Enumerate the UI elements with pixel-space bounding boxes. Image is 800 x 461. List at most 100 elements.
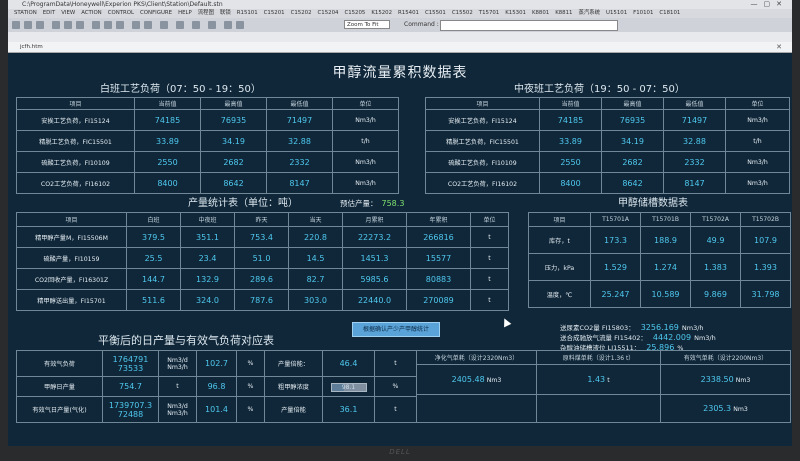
menu-item[interactable]: C15502 [452, 10, 473, 16]
menu-item[interactable]: CONTROL [108, 10, 134, 16]
zoom-in-icon[interactable] [224, 21, 232, 29]
table-row: 有效气负荷 1764791 73533 Nm3/d Nm3/h 102.7 % 产量… [16, 350, 417, 377]
menu-item[interactable]: C15204 [318, 10, 339, 16]
row-label: 安挨工艺负荷，FI15124 [425, 109, 540, 131]
table-header-row: 项目 白班 中夜班 昨天 当天 月累积 年累积 单位 [16, 212, 509, 227]
report-icon[interactable] [104, 21, 112, 29]
column-header: 月累积 [342, 212, 407, 227]
day-shift-title: 白班工艺负荷（07：50 - 19：50） [100, 84, 261, 95]
zoom-select[interactable]: Zoom To Fit [344, 20, 390, 29]
command-input[interactable] [440, 20, 618, 31]
menu-item[interactable]: VIEW [61, 10, 75, 16]
unit-cell: Nm3/h [725, 109, 790, 131]
window-controls[interactable]: —▢✕ [751, 0, 788, 9]
value-cell: 1.383 [690, 253, 741, 281]
mouse-cursor-icon [500, 316, 512, 328]
menu-item[interactable]: K15202 [371, 10, 392, 16]
close-icon[interactable]: ✕ [776, 42, 782, 53]
home-icon[interactable] [36, 21, 44, 29]
row-label: 精甲醇产量M，FI15506M [16, 226, 127, 248]
menu-item[interactable]: 联锁 [220, 10, 231, 16]
unit-cell: Nm3/h [332, 151, 399, 173]
balance-title: 平衡后的日产量与有效气负荷对应表 [98, 334, 274, 347]
table-row: 净化气单耗（设计2320Nm3） 原料煤单耗（设计1.36 t） 有效气单耗（设… [416, 350, 791, 365]
menu-item[interactable]: ACTION [81, 10, 102, 16]
help-icon[interactable] [208, 21, 216, 29]
column-header: 单位 [332, 97, 399, 110]
value-cell: 2332 [663, 151, 726, 173]
menu-item[interactable]: 流程图 [198, 10, 214, 16]
menu-item[interactable]: 蒸汽系统 [578, 10, 600, 16]
menu-item[interactable]: C18101 [659, 10, 680, 16]
menu-item[interactable]: C15201 [264, 10, 285, 16]
print-icon[interactable] [52, 21, 60, 29]
column-header: 年累积 [406, 212, 471, 227]
column-header: 当前值 [134, 97, 201, 110]
menu-item[interactable]: K8811 [555, 10, 572, 16]
night-shift-title: 中夜班工艺负荷（19：50 - 07：50） [514, 84, 685, 95]
menu-item[interactable]: EDIT [43, 10, 55, 16]
table-header-row: 项目 当前值 最高值 最低值 单位 [425, 97, 790, 110]
forward-icon[interactable] [24, 21, 32, 29]
menu-item[interactable]: R15401 [398, 10, 419, 16]
production-title: 产量统计表（单位：吨） [188, 198, 298, 209]
predicted-output-value: 758.3 [381, 199, 405, 208]
unit-cell: t/h [725, 130, 790, 152]
menu-item[interactable]: C15202 [291, 10, 312, 16]
settings-icon[interactable] [192, 21, 200, 29]
value-cell: 25.5 [126, 247, 181, 269]
value-cell: 2550 [134, 151, 201, 173]
menu-item[interactable]: R15101 [237, 10, 258, 16]
value-cell: 34.19 [601, 130, 664, 152]
zoom-out-icon[interactable] [236, 21, 244, 29]
column-header: T15701B [640, 212, 691, 227]
refresh-icon[interactable] [176, 21, 184, 29]
trend-icon[interactable] [76, 21, 84, 29]
sub-toolbar [8, 32, 792, 42]
system-icon[interactable] [144, 21, 152, 29]
column-header: T15702B [740, 212, 791, 227]
production-table: 项目 白班 中夜班 昨天 当天 月累积 年累积 单位 精甲醇产量M，FI15506M 379.5… [16, 212, 509, 311]
menu-item[interactable]: K15301 [505, 10, 526, 16]
menu-item[interactable]: C15501 [425, 10, 446, 16]
unit-cell: t [470, 268, 509, 290]
value-cell: 1.529 [590, 253, 641, 281]
value-cell: 173.3 [590, 226, 641, 254]
unit-cell: t/h [332, 130, 399, 152]
menu-item[interactable]: STATION [14, 10, 37, 16]
table-row: 温度，℃ 25.247 10.589 9.869 31.798 [528, 280, 791, 308]
back-icon[interactable] [12, 21, 20, 29]
value-cell: 8400 [539, 172, 602, 194]
row-label: 温度，℃ [528, 280, 591, 308]
unit-cell: Nm3/h [332, 172, 399, 194]
value-cell: 49.9 [690, 226, 741, 254]
display-icon[interactable] [92, 21, 100, 29]
value-cell: 8147 [266, 172, 333, 194]
value-cell: 9.869 [690, 280, 741, 308]
value-cell: 132.9 [180, 268, 235, 290]
shortfall-stats-button[interactable]: 根据确认产少产甲醇统计 [352, 322, 440, 337]
menu-item[interactable]: U15101 [606, 10, 627, 16]
value-cell: 188.9 [640, 226, 691, 254]
value-cell: 23.4 [180, 247, 235, 269]
row-label: 精甲醇送出量，FI15701 [16, 289, 127, 311]
unit-cell: t [470, 226, 509, 248]
menu-item[interactable]: K8801 [532, 10, 549, 16]
menu-item[interactable]: T15701 [479, 10, 499, 16]
column-header: 最高值 [601, 97, 664, 110]
table-row: 精甲醇产量M，FI15506M 379.5 351.1 753.4 220.8 22273… [16, 226, 509, 248]
value-cell: 8400 [134, 172, 201, 194]
search-icon[interactable] [160, 21, 168, 29]
document-tab[interactable]: jcfh.htm ✕ [8, 42, 792, 53]
row-label: 硫酸工艺负荷，FI10109 [16, 151, 135, 173]
screen: C:\ProgramData\Honeywell\Experion PKS\Cl… [8, 0, 792, 446]
menu-item[interactable]: HELP [178, 10, 192, 16]
menu-item[interactable]: F10101 [633, 10, 653, 16]
menu-item[interactable]: CONFIGURE [140, 10, 172, 16]
column-header: 项目 [16, 212, 127, 227]
message-icon[interactable] [132, 21, 140, 29]
menu-item[interactable]: C15205 [344, 10, 365, 16]
value-cell: 8642 [200, 172, 267, 194]
event-icon[interactable] [116, 21, 124, 29]
alarm-icon[interactable] [64, 21, 72, 29]
